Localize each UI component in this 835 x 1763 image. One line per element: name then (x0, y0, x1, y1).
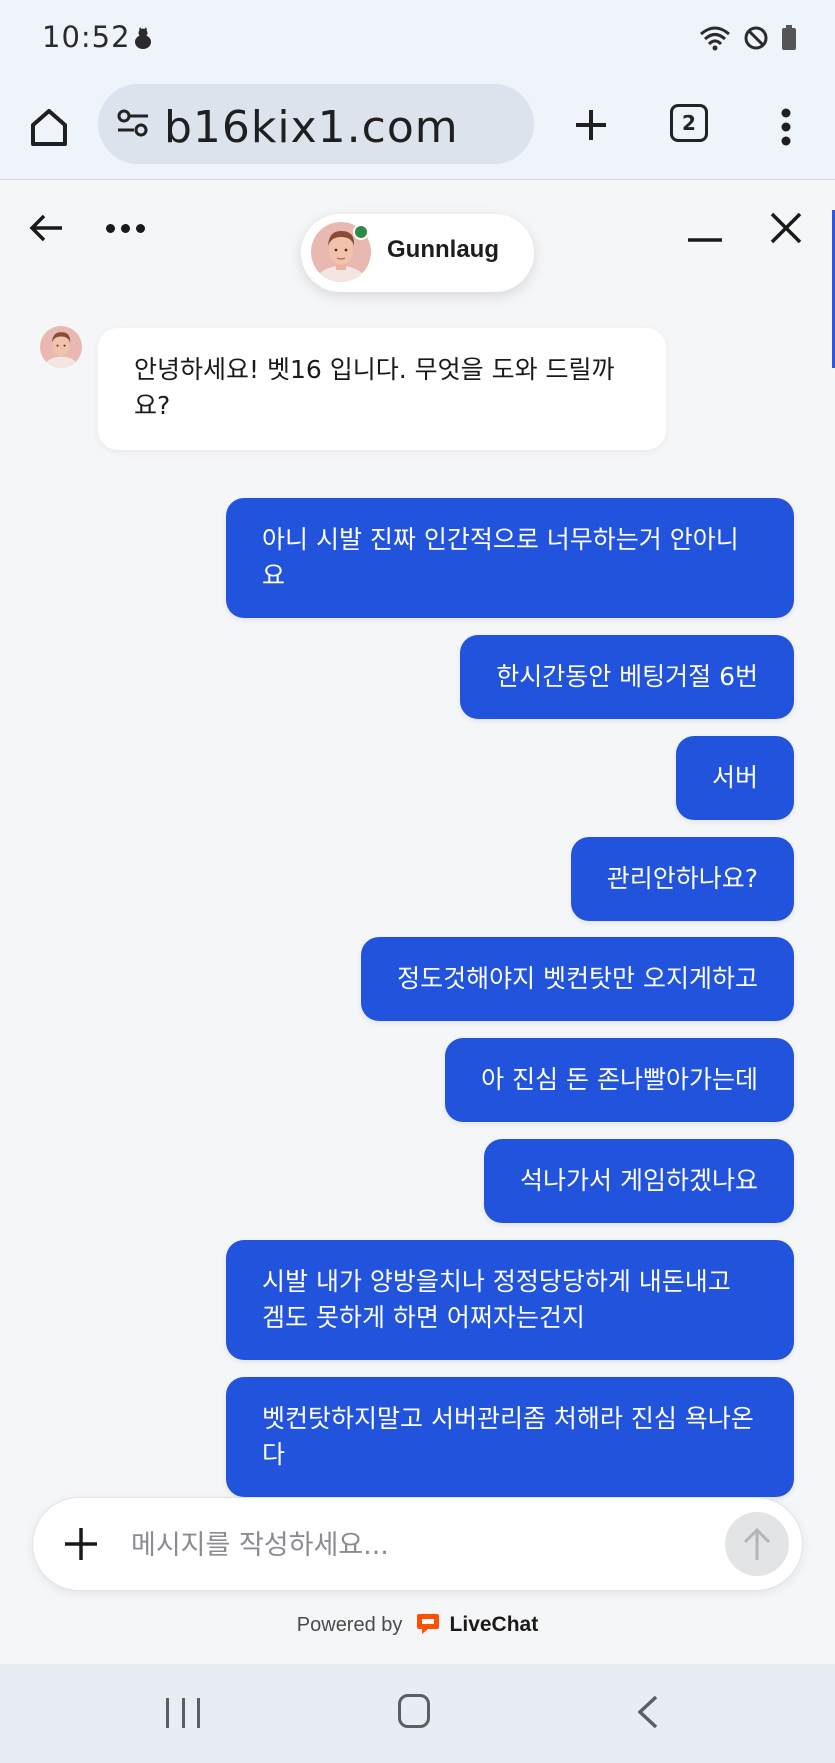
minimize-button[interactable] (686, 222, 724, 246)
livechat-logo-icon (416, 1612, 440, 1642)
powered-by[interactable]: Powered by LiveChat (0, 1612, 835, 1642)
user-message: 벳컨탓하지말고 서버관리좀 처해라 진심 욕나온다 (226, 1377, 794, 1497)
back-nav-button[interactable] (636, 1695, 660, 1729)
arrow-up-icon (743, 1527, 771, 1560)
agent-message-avatar (40, 326, 82, 368)
minimize-icon (688, 238, 722, 242)
browser-toolbar: b16kix1.com 2 (0, 80, 835, 180)
status-time: 10:52 (42, 20, 131, 54)
user-message: 아니 시발 진짜 인간적으로 너무하는거 안아니요 (226, 498, 794, 618)
home-icon (31, 109, 67, 146)
status-bar: 10:52 (0, 0, 835, 80)
arrow-left-icon (29, 214, 62, 242)
user-message: 아 진심 돈 존나빨아가는데 (445, 1038, 794, 1122)
chat-back-button[interactable] (26, 208, 66, 248)
livechat-brand: LiveChat (449, 1613, 539, 1636)
user-message: 한시간동안 베팅거절 6번 (460, 635, 794, 719)
message-composer (32, 1497, 803, 1591)
more-vert-icon (781, 108, 791, 146)
recents-icon (166, 1698, 169, 1728)
user-message: 시발 내가 양방을치나 정정당당하게 내돈내고 겜도 못하게 하면 어쩌자는건지 (226, 1240, 794, 1360)
chevron-left-icon (637, 1695, 658, 1729)
home-nav-button[interactable] (398, 1694, 430, 1728)
site-settings-icon[interactable] (116, 108, 150, 142)
recents-icon-bar (181, 1698, 185, 1728)
dot-icon (136, 223, 145, 233)
agent-name: Gunnlaug (387, 236, 499, 263)
message-input[interactable] (131, 1520, 651, 1570)
user-message: 정도것해야지 벳컨탓만 오지게하고 (361, 937, 794, 1021)
send-button[interactable] (725, 1512, 789, 1576)
recents-icon-bar (197, 1698, 200, 1728)
status-icons (699, 25, 797, 51)
tab-switcher-button[interactable]: 2 (670, 104, 708, 142)
battery-icon (782, 25, 796, 50)
browser-home-button[interactable] (24, 102, 74, 152)
chat-options-button[interactable] (106, 210, 152, 246)
agent-info[interactable]: Gunnlaug (301, 214, 534, 292)
url-text: b16kix1.com (164, 102, 459, 153)
wifi-icon (700, 26, 730, 51)
close-chat-button[interactable] (766, 208, 806, 248)
agent-message: 안녕하세요! 벳16 입니다. 무엇을 도와 드릴까요? (98, 328, 666, 450)
address-bar[interactable]: b16kix1.com (98, 84, 534, 164)
close-icon (770, 212, 802, 244)
dot-icon (121, 223, 130, 233)
user-message: 석나가서 게임하겠나요 (484, 1139, 794, 1223)
phone-screen: 10:52 b16kix1.com 2 Gunnlaug 안녕하세요! 벳16 … (0, 0, 835, 1763)
recents-button[interactable] (166, 1698, 200, 1728)
do-not-disturb-icon (744, 26, 768, 50)
plus-icon (576, 110, 606, 140)
system-nav-bar (0, 1664, 835, 1763)
notification-icon (132, 27, 154, 55)
attach-button[interactable] (57, 1520, 105, 1568)
user-message: 서버 (675, 736, 794, 820)
dot-icon (106, 223, 115, 233)
browser-menu-button[interactable] (768, 102, 804, 152)
plus-icon (65, 1528, 97, 1560)
new-tab-button[interactable] (566, 100, 616, 150)
online-status-dot (353, 224, 369, 240)
powered-by-text: Powered by (296, 1614, 403, 1636)
user-message: 관리안하나요? (570, 837, 794, 921)
